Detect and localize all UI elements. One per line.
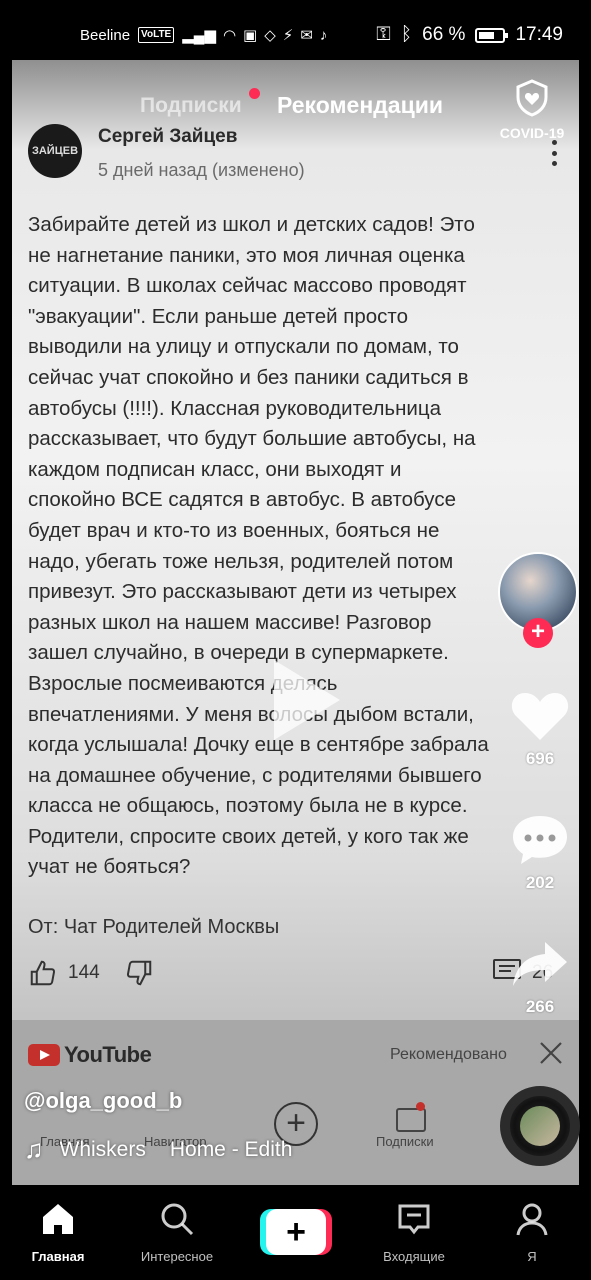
music-info[interactable]: ♫ Whiskers Home - Edith — [24, 1134, 358, 1165]
post-like-count: 144 — [68, 962, 100, 983]
youtube-subscriptions-icon — [396, 1108, 426, 1132]
profile-icon — [516, 1203, 548, 1236]
post-more-icon — [552, 140, 558, 166]
share-count: 266 — [525, 997, 555, 1016]
share-button[interactable]: 266 — [505, 936, 575, 1017]
music-note-icon: ♫ — [24, 1134, 44, 1164]
comment-count: 202 — [525, 873, 555, 892]
post-author-name: Сергей Зайцев — [98, 126, 238, 147]
covid-label: COVID-19 — [499, 125, 565, 141]
home-icon — [43, 1204, 73, 1234]
close-icon — [540, 1042, 562, 1064]
status-icons: ▂▄▆ ◠ ▣ ◇ ⚡ ✉ ♪ — [182, 26, 328, 45]
nav-profile[interactable]: Я — [482, 1201, 582, 1264]
battery-icon — [475, 27, 509, 43]
carrier-name: Beeline — [80, 26, 131, 44]
like-button[interactable]: 696 — [505, 688, 575, 769]
share-arrow-icon — [513, 942, 567, 986]
bolt-icon: ⚡ — [282, 27, 294, 44]
video-player[interactable]: ЗАЙЦЕВ Сергей Зайцев 5 дней назад (измен… — [12, 60, 579, 1185]
post-source: От: Чат Родителей Москвы — [28, 916, 280, 938]
shield-notification-icon: ◇ — [264, 27, 276, 44]
post-body-text: Забирайте детей из школ и детских садов!… — [28, 213, 489, 879]
comment-button[interactable]: 202 — [505, 812, 575, 893]
app-notification-icon: ▣ — [243, 27, 258, 44]
like-count: 696 — [525, 749, 555, 768]
status-right: ⚿ ᛒ 66 % 17:49 — [376, 24, 563, 46]
youtube-logo: YouTube — [28, 1042, 152, 1068]
music-title-marquee: Whiskers Home - Edith — [60, 1138, 358, 1162]
play-icon[interactable] — [274, 660, 340, 740]
nav-inbox[interactable]: Входящие — [364, 1201, 464, 1264]
status-left: Beeline VoLTE ▂▄▆ ◠ ▣ ◇ ⚡ ✉ ♪ — [80, 26, 328, 45]
battery-percent: 66 % — [422, 24, 466, 45]
comment-icon — [513, 816, 567, 864]
music-disc[interactable] — [500, 1086, 580, 1166]
youtube-play-icon — [28, 1044, 60, 1066]
signal-icon: ▂▄▆ — [182, 27, 216, 44]
inbox-icon — [398, 1204, 430, 1235]
music-title-part-1: Whiskers — [59, 1137, 146, 1161]
bottom-nav: Главная Интересное + Входящие Я — [0, 1185, 591, 1280]
wifi-icon: ◠ — [222, 27, 237, 44]
volte-badge: VoLTE — [138, 27, 175, 43]
tiktok-notification-icon: ♪ — [319, 26, 328, 44]
plus-icon: + — [266, 1209, 326, 1255]
tab-following[interactable]: Подписки — [140, 94, 242, 118]
youtube-notification-dot — [416, 1102, 425, 1111]
creator-username[interactable]: @olga_good_b — [24, 1088, 182, 1114]
post-author-avatar: ЗАЙЦЕВ — [28, 124, 82, 178]
post-timestamp: 5 дней назад (изменено) — [98, 160, 305, 180]
clock: 17:49 — [515, 24, 563, 45]
thumbs-down-icon — [126, 960, 151, 986]
follow-button[interactable]: + — [523, 618, 553, 648]
music-title-part-2: Home - Edith — [169, 1137, 293, 1161]
nav-discover[interactable]: Интересное — [127, 1201, 227, 1264]
mail-icon: ✉ — [300, 27, 313, 44]
heart-icon — [511, 693, 569, 740]
key-icon: ⚿ — [376, 24, 391, 45]
tab-for-you[interactable]: Рекомендации — [277, 92, 443, 119]
youtube-recommended-label: Рекомендовано — [390, 1046, 507, 1063]
nav-home[interactable]: Главная — [8, 1201, 108, 1264]
covid-button[interactable]: COVID-19 — [496, 78, 568, 141]
search-icon — [161, 1203, 194, 1236]
post-reactions: 144 — [28, 958, 154, 988]
shield-heart-icon — [516, 79, 548, 117]
thumbs-up-icon — [30, 960, 56, 986]
create-button[interactable]: + — [260, 1209, 332, 1255]
following-notification-dot — [249, 88, 260, 99]
bluetooth-icon: ᛒ — [400, 24, 413, 45]
